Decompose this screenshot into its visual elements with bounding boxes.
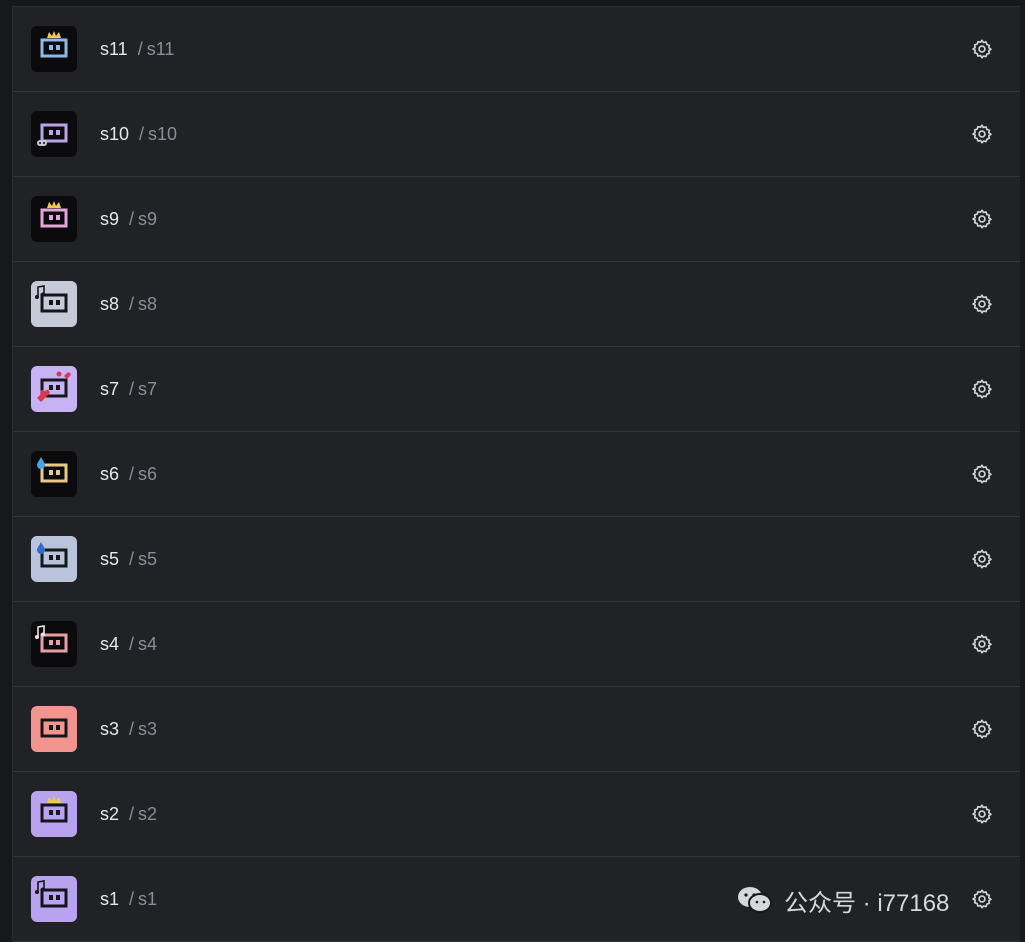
list-item[interactable]: s10 / s10 xyxy=(13,92,1020,177)
project-title[interactable]: s8 / s8 xyxy=(100,262,157,346)
path-separator: / xyxy=(129,548,135,569)
project-path: s9 xyxy=(138,208,158,229)
project-name: s9 xyxy=(100,208,120,229)
project-title[interactable]: s6 / s6 xyxy=(100,432,157,516)
project-name: s2 xyxy=(100,803,120,824)
path-separator: / xyxy=(139,123,145,144)
project-name: s8 xyxy=(100,293,120,314)
list-item[interactable]: s5 / s5 xyxy=(13,517,1020,602)
project-path: s6 xyxy=(138,463,158,484)
project-title[interactable]: s3 / s3 xyxy=(100,687,157,771)
project-title[interactable]: s4 / s4 xyxy=(100,602,157,686)
gear-icon[interactable] xyxy=(971,888,993,910)
project-name: s5 xyxy=(100,548,120,569)
gear-icon[interactable] xyxy=(971,208,993,230)
list-item[interactable]: s9 / s9 xyxy=(13,177,1020,262)
gear-icon[interactable] xyxy=(971,378,993,400)
project-title[interactable]: s11 / s11 xyxy=(100,7,174,91)
path-separator: / xyxy=(129,888,135,909)
project-path: s11 xyxy=(146,38,175,59)
path-separator: / xyxy=(129,803,135,824)
project-list: s11 / s11 s10 / s10 s9 / s9 s8 / s8 s7 /… xyxy=(12,6,1020,942)
project-name: s7 xyxy=(100,378,120,399)
gear-icon[interactable] xyxy=(971,463,993,485)
path-separator: / xyxy=(129,208,135,229)
project-path: s7 xyxy=(138,378,158,399)
list-item[interactable]: s8 / s8 xyxy=(13,262,1020,347)
gear-icon[interactable] xyxy=(971,293,993,315)
list-item[interactable]: s6 / s6 xyxy=(13,432,1020,517)
project-name: s6 xyxy=(100,463,120,484)
list-item[interactable]: s7 / s7 xyxy=(13,347,1020,432)
list-item[interactable]: s1 / s1 xyxy=(13,857,1020,942)
project-avatar xyxy=(31,706,77,752)
path-separator: / xyxy=(137,38,143,59)
project-path: s3 xyxy=(138,718,158,739)
project-path: s5 xyxy=(138,548,158,569)
project-avatar xyxy=(31,196,77,242)
list-item[interactable]: s11 / s11 xyxy=(13,7,1020,92)
path-separator: / xyxy=(129,293,135,314)
gear-icon[interactable] xyxy=(971,633,993,655)
project-avatar xyxy=(31,536,77,582)
list-item[interactable]: s3 / s3 xyxy=(13,687,1020,772)
project-path: s2 xyxy=(138,803,158,824)
project-name: s10 xyxy=(100,123,130,144)
project-avatar xyxy=(31,366,77,412)
list-item[interactable]: s2 / s2 xyxy=(13,772,1020,857)
project-path: s4 xyxy=(138,633,158,654)
gear-icon[interactable] xyxy=(971,718,993,740)
gear-icon[interactable] xyxy=(971,38,993,60)
project-avatar xyxy=(31,791,77,837)
project-path: s1 xyxy=(138,888,158,909)
project-name: s1 xyxy=(100,888,120,909)
project-path: s10 xyxy=(148,123,178,144)
project-avatar xyxy=(31,281,77,327)
list-item[interactable]: s4 / s4 xyxy=(13,602,1020,687)
gear-icon[interactable] xyxy=(971,548,993,570)
project-name: s4 xyxy=(100,633,120,654)
gear-icon[interactable] xyxy=(971,803,993,825)
project-avatar xyxy=(31,876,77,922)
path-separator: / xyxy=(129,463,135,484)
project-title[interactable]: s10 / s10 xyxy=(100,92,177,176)
project-path: s8 xyxy=(138,293,158,314)
project-title[interactable]: s9 / s9 xyxy=(100,177,157,261)
path-separator: / xyxy=(129,633,135,654)
project-title[interactable]: s5 / s5 xyxy=(100,517,157,601)
project-avatar xyxy=(31,26,77,72)
project-title[interactable]: s2 / s2 xyxy=(100,772,157,856)
project-name: s11 xyxy=(100,38,128,59)
path-separator: / xyxy=(129,718,135,739)
project-avatar xyxy=(31,451,77,497)
project-avatar xyxy=(31,621,77,667)
project-title[interactable]: s7 / s7 xyxy=(100,347,157,431)
path-separator: / xyxy=(129,378,135,399)
project-title[interactable]: s1 / s1 xyxy=(100,857,157,941)
gear-icon[interactable] xyxy=(971,123,993,145)
project-avatar xyxy=(31,111,77,157)
project-name: s3 xyxy=(100,718,120,739)
